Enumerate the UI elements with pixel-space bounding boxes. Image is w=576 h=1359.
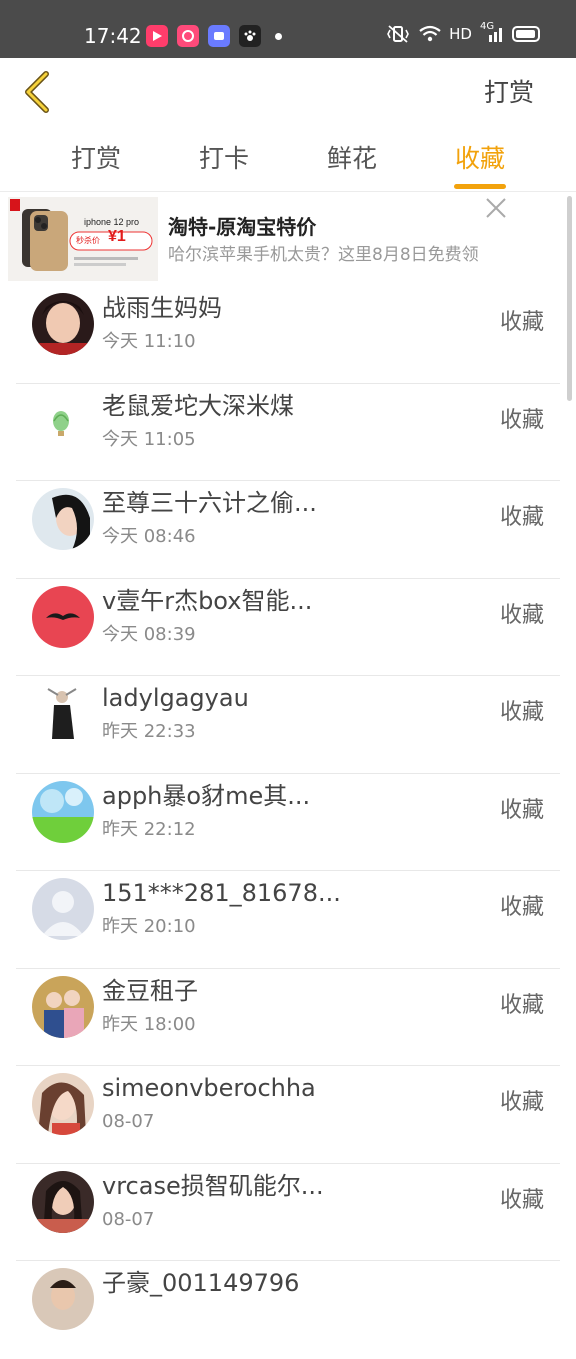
- list-item[interactable]: 子豪_001149796: [0, 1261, 576, 1359]
- item-time: 08-07: [102, 1208, 155, 1230]
- user-name: 老鼠爱坨大深米煤: [102, 391, 294, 420]
- list-item[interactable]: 金豆租子 昨天 18:00 收藏: [0, 969, 576, 1066]
- favorite-action: 收藏: [499, 895, 544, 920]
- avatar[interactable]: [32, 585, 94, 648]
- user-name: apph暴o豺me其...: [102, 781, 311, 810]
- ad-image-price-label: 秒杀价: [76, 236, 100, 245]
- store-app-icon: [208, 25, 230, 47]
- avatar[interactable]: [32, 488, 94, 550]
- avatar[interactable]: [32, 683, 94, 745]
- tab-checkin[interactable]: 打卡: [184, 142, 264, 176]
- avatar[interactable]: [32, 780, 94, 843]
- list-item[interactable]: 战雨生妈妈 今天 11:10 收藏: [0, 286, 576, 384]
- favorite-action: 收藏: [499, 992, 544, 1018]
- ad-title[interactable]: 淘特-原淘宝特价: [168, 213, 316, 241]
- avatar[interactable]: [32, 1268, 94, 1330]
- paw-app-icon: [239, 25, 261, 47]
- list-item[interactable]: v壹午r杰box智能... 今天 08:39 收藏: [0, 579, 576, 676]
- favorite-action: 收藏: [499, 602, 544, 628]
- favorite-action: 收藏: [499, 505, 544, 530]
- item-time: 今天 08:46: [102, 526, 196, 547]
- user-name: v壹午r杰box智能...: [102, 586, 313, 615]
- status-bar: 17:42 HD 4G: [0, 0, 576, 58]
- more-notifications-dot: [275, 32, 282, 40]
- item-time: 今天 11:10: [102, 331, 196, 352]
- list-item[interactable]: vrcase损智矶能尔... 08-07 收藏: [0, 1164, 576, 1261]
- favorite-action: 收藏: [499, 1187, 544, 1213]
- item-time: 昨天 22:33: [102, 721, 196, 742]
- reward-button[interactable]: 打赏: [484, 76, 534, 110]
- avatar[interactable]: [32, 390, 94, 453]
- user-name: 金豆租子: [102, 976, 198, 1005]
- battery-icon: [512, 26, 540, 42]
- tab-flowers[interactable]: 鲜花: [312, 142, 392, 176]
- user-name: 子豪_001149796: [102, 1269, 300, 1297]
- favorite-action: 收藏: [499, 1090, 544, 1115]
- item-time: 今天 11:05: [102, 428, 196, 450]
- avatar[interactable]: [32, 878, 94, 940]
- tab-reward[interactable]: 打赏: [56, 142, 136, 176]
- item-time: 今天 08:39: [102, 623, 196, 645]
- item-time: 昨天 18:00: [102, 1013, 196, 1035]
- favorites-list: 战雨生妈妈 今天 11:10 收藏 老鼠爱坨大深米煤 今天 11:05 收藏 至…: [0, 286, 576, 1359]
- user-name: 151***281_81678...: [102, 879, 341, 907]
- user-name: 至尊三十六计之偷...: [102, 489, 317, 517]
- hd-label: HD: [449, 25, 472, 43]
- ad-close-icon[interactable]: [484, 196, 508, 220]
- vibrate-icon: [387, 25, 410, 43]
- list-item[interactable]: ladylgagyau 昨天 22:33 收藏: [0, 676, 576, 774]
- signal-icon: 4G: [480, 21, 504, 43]
- ad-description[interactable]: 哈尔滨苹果手机太贵？这里8月8日免费领: [168, 242, 479, 268]
- video-app-icon: [146, 25, 168, 47]
- notification-icons: [146, 25, 282, 47]
- user-name: vrcase损智矶能尔...: [102, 1171, 324, 1200]
- user-name: ladylgagyau: [102, 684, 249, 712]
- tab-bar: 打赏 打卡 鲜花 收藏: [0, 130, 576, 192]
- system-status: HD 4G: [385, 21, 540, 44]
- favorite-action: 收藏: [499, 797, 544, 823]
- avatar[interactable]: [32, 293, 94, 355]
- list-item[interactable]: 老鼠爱坨大深米煤 今天 11:05 收藏: [0, 384, 576, 481]
- favorite-action: 收藏: [499, 407, 544, 433]
- top-bar: 打赏: [0, 58, 576, 128]
- avatar[interactable]: [32, 1073, 94, 1135]
- list-item[interactable]: apph暴o豺me其... 昨天 22:12 收藏: [0, 774, 576, 871]
- item-time: 昨天 22:12: [102, 818, 196, 840]
- wifi-icon: [419, 25, 441, 42]
- favorite-action: 收藏: [499, 310, 544, 335]
- ad-image-product-text: iphone 12 pro: [84, 217, 140, 227]
- item-time: 昨天 20:10: [102, 916, 196, 937]
- tab-favorites[interactable]: 收藏: [440, 142, 520, 176]
- user-name: 战雨生妈妈: [102, 294, 222, 322]
- favorite-action: 收藏: [499, 700, 544, 725]
- list-item[interactable]: 151***281_81678... 昨天 20:10 收藏: [0, 871, 576, 969]
- ad-image-price: ¥1: [108, 228, 126, 245]
- avatar[interactable]: [32, 975, 94, 1038]
- list-item[interactable]: simeonvberochha 08-07 收藏: [0, 1066, 576, 1164]
- user-name: simeonvberochha: [102, 1074, 316, 1102]
- list-item[interactable]: 至尊三十六计之偷... 今天 08:46 收藏: [0, 481, 576, 579]
- item-time: 08-07: [102, 1111, 155, 1132]
- active-tab-indicator: [454, 184, 506, 189]
- back-arrow-icon[interactable]: [18, 70, 58, 114]
- avatar[interactable]: [32, 1170, 94, 1233]
- ad-image[interactable]: iphone 12 pro 秒杀价 ¥1: [8, 197, 158, 281]
- chat-app-icon: [177, 25, 199, 47]
- status-time: 17:42: [84, 24, 142, 48]
